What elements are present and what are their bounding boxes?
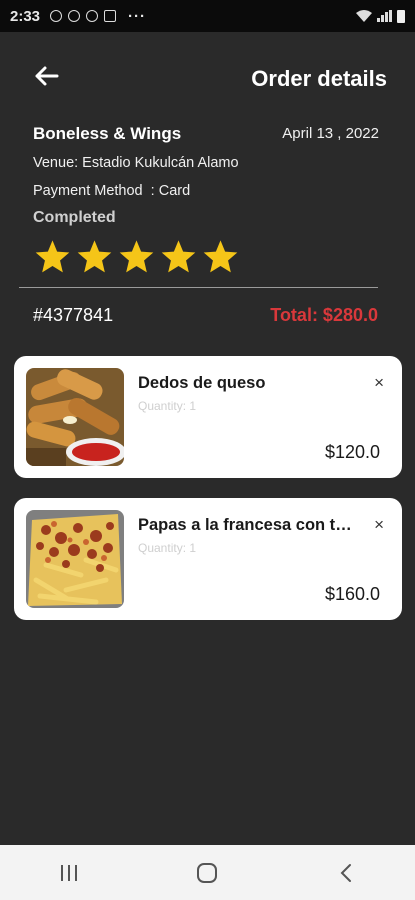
order-item-card[interactable]: Dedos de queso Quantity: 1 × $120.0 xyxy=(14,356,402,478)
battery-icon xyxy=(397,9,405,23)
star-icon[interactable] xyxy=(202,238,239,275)
page-title: Order details xyxy=(251,66,387,91)
item-name: Dedos de queso xyxy=(138,374,266,392)
order-total: Total: $280.0 xyxy=(270,305,378,325)
arrow-left-icon[interactable] xyxy=(32,62,60,90)
home-button[interactable] xyxy=(187,853,227,893)
recent-apps-button[interactable] xyxy=(49,853,89,893)
recent-apps-icon xyxy=(61,864,78,881)
close-icon[interactable]: × xyxy=(374,516,384,533)
venue-text: Venue: Estadio Kukulcán Alamo xyxy=(33,155,239,171)
star-icon[interactable] xyxy=(76,238,113,275)
item-quantity: Quantity: 1 xyxy=(138,399,197,413)
rating-stars[interactable] xyxy=(34,238,239,275)
at-sign-icon xyxy=(86,10,99,22)
app-notification-icon xyxy=(104,10,117,22)
system-nav-bar xyxy=(0,845,415,900)
back-button[interactable] xyxy=(326,853,366,893)
status-time: 2:33 xyxy=(10,7,41,25)
item-name: Papas a la francesa con tocino xyxy=(138,516,358,534)
item-quantity: Quantity: 1 xyxy=(138,541,197,555)
wifi-icon xyxy=(356,10,372,22)
status-bar: 2:33 ··· xyxy=(0,0,415,32)
divider xyxy=(19,287,378,288)
order-date: April 13 , 2022 xyxy=(282,125,379,142)
close-icon[interactable]: × xyxy=(374,374,384,391)
order-number: #4377841 xyxy=(33,305,114,325)
order-status: Completed xyxy=(33,209,116,226)
item-image-cheese-sticks xyxy=(26,368,124,466)
home-icon xyxy=(197,862,218,883)
item-image-bacon-fries xyxy=(26,510,124,608)
item-price: $120.0 xyxy=(324,442,380,462)
restaurant-name: Boneless & Wings xyxy=(33,124,182,143)
star-icon[interactable] xyxy=(160,238,197,275)
item-price: $160.0 xyxy=(324,584,380,604)
star-icon[interactable] xyxy=(34,238,71,275)
star-icon[interactable] xyxy=(118,238,155,275)
order-item-card[interactable]: Papas a la francesa con tocino Quantity:… xyxy=(14,498,402,620)
account-icon xyxy=(68,10,81,22)
chevron-left-icon xyxy=(340,863,351,882)
payment-method: Payment Method : Card xyxy=(33,183,191,199)
signal-icon xyxy=(377,10,392,22)
notification-icon xyxy=(50,10,63,22)
more-notifications-icon: ··· xyxy=(128,7,147,25)
